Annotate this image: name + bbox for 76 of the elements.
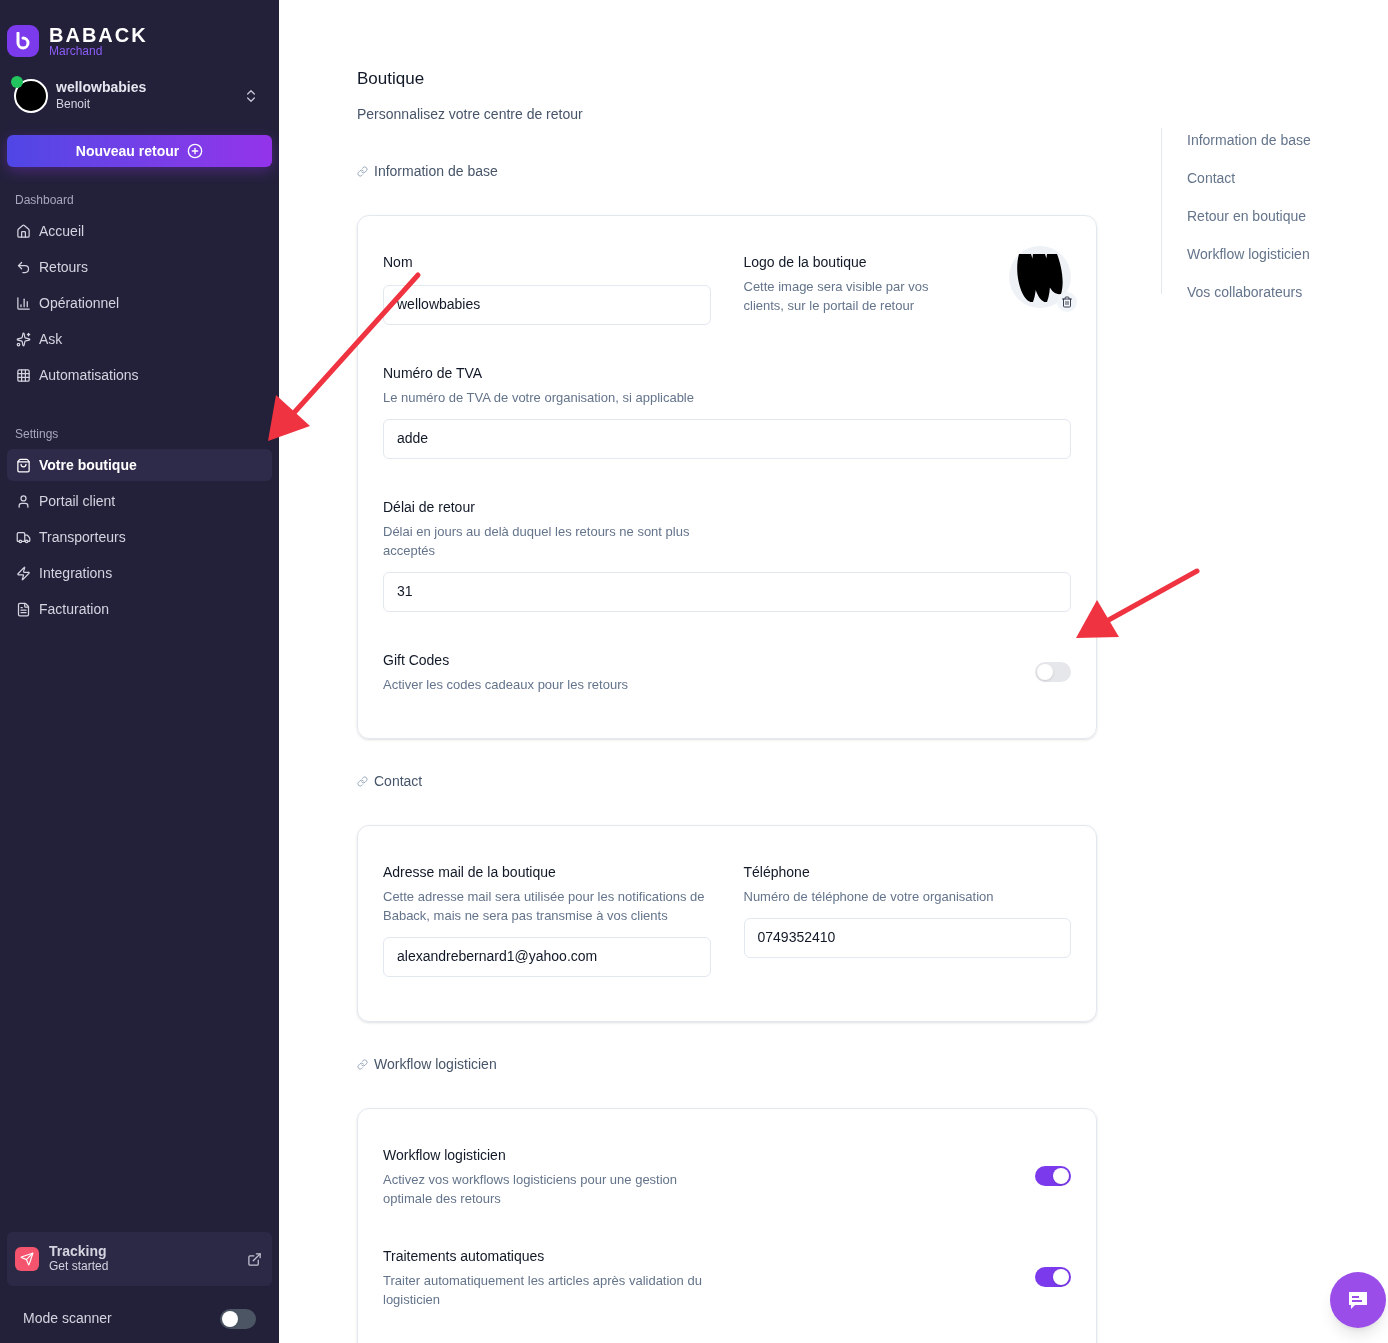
- section-label: Settings: [14, 426, 60, 443]
- field-description: Délai en jours au delà duquel les retours ne sont plus acceptés: [383, 522, 691, 560]
- toc-link[interactable]: Workflow logisticien: [1187, 244, 1311, 265]
- nav-item[interactable]: Transporteurs: [7, 521, 272, 553]
- nav-item[interactable]: Votre boutique: [7, 449, 272, 481]
- lightning-icon: [16, 565, 31, 581]
- shopping-bag-icon: [16, 457, 31, 473]
- toggle-switch[interactable]: [1035, 1267, 1071, 1287]
- setting-label: Workflow logisticien: [383, 1145, 507, 1165]
- field-label: Logo de la boutique: [743, 252, 868, 272]
- setting-description: Activez vos workflows logisticiens pour une gestion optimale des retours: [383, 1170, 679, 1208]
- setting-description: Activer les codes cadeaux pour les retours: [383, 675, 628, 694]
- truck-icon: [16, 529, 31, 545]
- nav-item[interactable]: Portail client: [7, 485, 272, 517]
- nav-item[interactable]: Retours: [7, 251, 272, 283]
- brand-name: BABACK: [49, 25, 148, 45]
- input-field[interactable]: 31: [383, 571, 1071, 612]
- section-heading[interactable]: Information de base: [374, 160, 498, 182]
- toc-link[interactable]: Information de base: [1187, 130, 1311, 151]
- page-title: Boutique: [357, 68, 426, 90]
- tracking-title: Tracking: [49, 1244, 108, 1259]
- toggle-switch[interactable]: [1035, 661, 1071, 682]
- bar-chart-icon: [16, 295, 31, 311]
- user-icon: [16, 493, 31, 509]
- field-label: Nom: [383, 252, 414, 272]
- field-label: Téléphone: [743, 862, 811, 882]
- account-switcher[interactable]: wellowbabies Benoit: [7, 79, 272, 113]
- trash-icon: [1061, 295, 1073, 308]
- field-label: Adresse mail de la boutique: [383, 862, 557, 882]
- account-name: wellowbabies: [56, 79, 148, 96]
- section-heading[interactable]: Contact: [374, 770, 423, 792]
- field-description: Cette image sera visible par vos clients, sur le portail de retour: [743, 277, 930, 315]
- toggle-switch[interactable]: [220, 1308, 256, 1329]
- field-description: Le numéro de TVA de votre organisation, si applicable: [383, 388, 695, 407]
- document-icon: [16, 601, 31, 617]
- nav-item[interactable]: Opérationnel: [7, 287, 272, 319]
- field-label: Délai de retour: [383, 497, 476, 517]
- avatar: [14, 79, 48, 113]
- page-subtitle: Personnalisez votre centre de retour: [357, 104, 584, 124]
- logo-image: [1009, 245, 1071, 308]
- toc-link[interactable]: Vos collaborateurs: [1187, 282, 1311, 303]
- account-user: Benoit: [56, 96, 92, 113]
- nav-item[interactable]: Integrations: [7, 557, 272, 589]
- plus-circle-icon: [187, 143, 204, 159]
- input-field[interactable]: 0749352410: [743, 917, 1071, 958]
- nav-item[interactable]: Ask: [7, 323, 272, 355]
- home-icon: [16, 223, 31, 239]
- section-heading[interactable]: Workflow logisticien: [374, 1053, 497, 1075]
- new-return-button[interactable]: Nouveau retour: [7, 135, 272, 167]
- field-label: Numéro de TVA: [383, 363, 484, 383]
- brand-subtitle: Marchand: [49, 45, 104, 57]
- tracking-card[interactable]: Tracking Get started: [7, 1232, 272, 1286]
- tracking-subtitle: Get started: [49, 1259, 110, 1274]
- brand-logo-icon: [7, 25, 39, 57]
- scanner-label: Mode scanner: [23, 1309, 112, 1328]
- section-label: Dashboard: [14, 192, 75, 209]
- setting-label: Traitements automatiques: [383, 1246, 546, 1266]
- field-description: Numéro de téléphone de votre organisation: [743, 887, 995, 906]
- setting-description: Traiter automatiquement les articles après validation du logisticien: [383, 1271, 703, 1309]
- external-link-icon[interactable]: [247, 1251, 262, 1267]
- grid-icon: [16, 367, 31, 383]
- delete-button[interactable]: [1057, 291, 1077, 312]
- nav-item[interactable]: Facturation: [7, 593, 272, 625]
- sparkles-icon: [16, 331, 31, 347]
- toggle-switch[interactable]: [1035, 1166, 1071, 1186]
- send-icon: [15, 1247, 39, 1271]
- toc-link[interactable]: Contact: [1187, 168, 1311, 189]
- nav-item[interactable]: Automatisations: [7, 359, 272, 391]
- return-arrow-icon: [16, 259, 31, 275]
- field-description: Cette adresse mail sera utilisée pour les notifications de Baback, mais ne sera pas transmise à vos clients: [383, 887, 706, 925]
- nav-item[interactable]: Accueil: [7, 215, 272, 247]
- toc-link[interactable]: Retour en boutique: [1187, 206, 1311, 227]
- setting-label: Gift Codes: [383, 650, 451, 670]
- input-field[interactable]: wellowbabies: [383, 284, 711, 325]
- input-field[interactable]: alexandrebernard1@yahoo.com: [383, 936, 711, 977]
- input-field[interactable]: adde: [383, 418, 1071, 459]
